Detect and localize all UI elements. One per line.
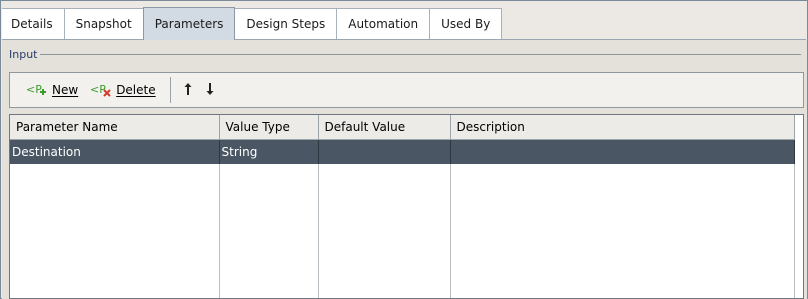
tab-used-by[interactable]: Used By: [429, 8, 503, 39]
input-section-header: Input: [9, 47, 801, 61]
cell-value-type[interactable]: String: [219, 139, 319, 164]
tab-label: Used By: [441, 17, 491, 31]
column-header-default-value[interactable]: Default Value: [318, 115, 451, 140]
svg-text:<P: <P: [26, 83, 42, 96]
tab-snapshot[interactable]: Snapshot: [63, 8, 144, 39]
input-section-label: Input: [9, 47, 38, 61]
parameters-panel: Input <P New <P Delete Parameter Name Va…: [2, 40, 807, 299]
tab-label: Automation: [348, 17, 419, 31]
table-header-row: Parameter Name Value Type Default Value …: [10, 115, 795, 140]
toolbar-separator: [169, 77, 171, 103]
parameters-toolbar: <P New <P Delete: [9, 72, 804, 108]
cell-description[interactable]: [450, 139, 795, 164]
arrow-down-icon: [205, 82, 215, 99]
empty-cell: [219, 164, 319, 298]
parameters-window: Details Snapshot Parameters Design Steps…: [0, 0, 808, 299]
new-parameter-icon: <P: [26, 82, 48, 98]
empty-table-area: [10, 164, 795, 298]
delete-parameter-icon: <P: [90, 82, 112, 98]
table-row[interactable]: Destination String: [10, 139, 795, 164]
move-up-button[interactable]: [179, 77, 197, 103]
empty-cell: [318, 164, 451, 298]
tab-parameters[interactable]: Parameters: [142, 7, 236, 40]
column-header-value-type[interactable]: Value Type: [219, 115, 319, 140]
tab-label: Design Steps: [246, 17, 326, 31]
move-down-button[interactable]: [201, 77, 219, 103]
tab-label: Details: [11, 17, 53, 31]
tab-label: Parameters: [154, 17, 224, 31]
column-header-description[interactable]: Description: [450, 115, 795, 140]
column-header-parameter-name[interactable]: Parameter Name: [10, 115, 220, 140]
arrow-up-icon: [183, 82, 193, 99]
delete-button-label: Delete: [116, 83, 156, 97]
tab-automation[interactable]: Automation: [336, 8, 431, 39]
tab-design-steps[interactable]: Design Steps: [234, 8, 338, 39]
new-button-label: New: [52, 83, 79, 97]
section-divider: [40, 54, 801, 55]
empty-cell: [10, 164, 220, 298]
cell-default-value[interactable]: [318, 139, 451, 164]
tab-label: Snapshot: [75, 17, 132, 31]
tab-bar: Details Snapshot Parameters Design Steps…: [2, 7, 806, 40]
new-parameter-button[interactable]: <P New: [22, 77, 82, 103]
cell-parameter-name[interactable]: Destination: [10, 139, 220, 164]
empty-cell: [450, 164, 795, 298]
svg-text:<P: <P: [90, 83, 106, 96]
parameters-table: Parameter Name Value Type Default Value …: [9, 114, 804, 299]
tab-details[interactable]: Details: [2, 8, 65, 39]
delete-parameter-button[interactable]: <P Delete: [86, 77, 159, 103]
